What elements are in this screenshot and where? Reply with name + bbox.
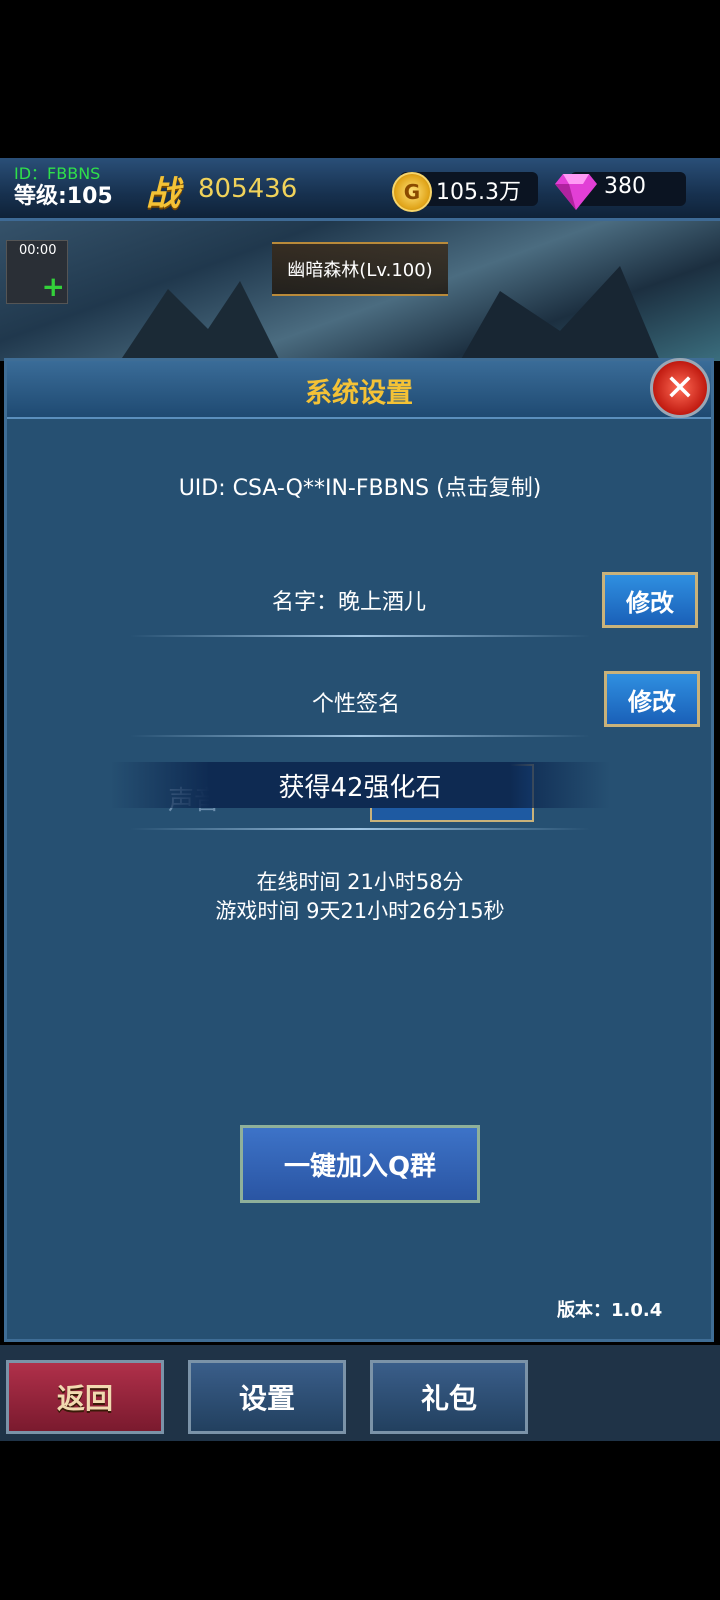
timer-text: 00:00 <box>19 243 57 258</box>
gold-value: 105.3万 <box>436 180 521 205</box>
edit-signature-button[interactable]: 修改 <box>604 671 700 727</box>
player-level: 等级:105 <box>14 184 113 209</box>
diamond-icon <box>555 174 597 210</box>
close-button[interactable]: ✕ <box>650 358 710 418</box>
reward-toast: 获得42强化石 <box>110 762 610 808</box>
back-button[interactable]: 返回 <box>6 1360 164 1434</box>
battle-power-value: 805436 <box>198 174 298 204</box>
plus-icon: + <box>41 270 65 303</box>
panel-title: 系统设置 <box>305 378 413 409</box>
signature-label: 个性签名 <box>312 692 401 717</box>
time-info: 在线时间 21小时58分 游戏时间 9天21小时26分15秒 <box>0 868 720 926</box>
scene-rock <box>460 266 660 361</box>
battle-power-icon: 战 <box>146 174 180 214</box>
game-time: 游戏时间 9天21小时26分15秒 <box>215 899 505 923</box>
join-qq-group-button[interactable]: 一键加入Q群 <box>240 1125 480 1203</box>
gift-tab[interactable]: 礼包 <box>370 1360 528 1434</box>
map-name-badge: 幽暗森林(Lv.100) <box>272 242 448 296</box>
gold-coin-icon: G <box>392 172 432 212</box>
row-divider <box>130 735 590 737</box>
row-divider <box>130 635 590 637</box>
version-label: 版本：1.0.4 <box>557 1300 663 1321</box>
online-time: 在线时间 21小时58分 <box>256 870 464 894</box>
timer-skill-slot[interactable]: 00:00 + <box>6 240 68 304</box>
edit-name-button[interactable]: 修改 <box>602 572 698 628</box>
settings-tab[interactable]: 设置 <box>188 1360 346 1434</box>
row-divider <box>130 828 590 830</box>
player-name-label: 名字：晚上酒儿 <box>272 590 427 615</box>
top-status-bar: ID：FBBNS 等级:105 战 805436 G 105.3万 380 <box>0 158 720 221</box>
uid-copy[interactable]: UID: CSA-Q**IN-FBBNS (点击复制) <box>0 470 720 502</box>
scene-rock <box>120 281 280 361</box>
gem-value: 380 <box>604 174 646 199</box>
panel-header: 系统设置 <box>7 361 711 419</box>
back-label: 返回 <box>56 1382 113 1415</box>
